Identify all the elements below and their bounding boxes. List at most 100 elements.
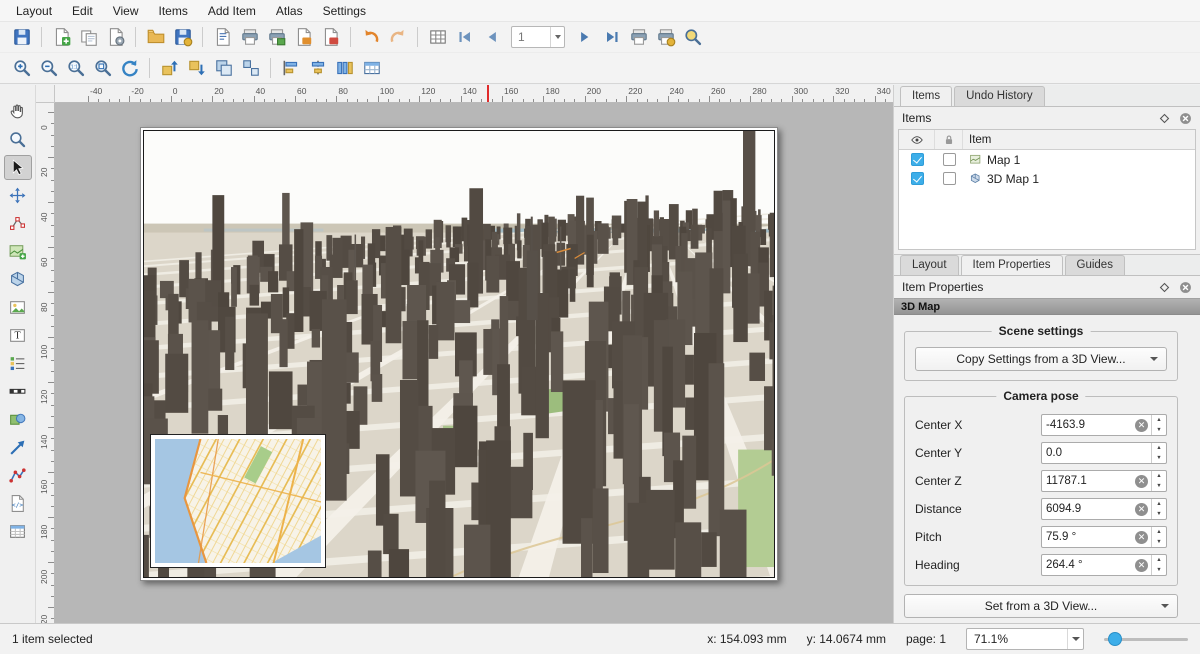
open-folder-button[interactable] bbox=[142, 24, 169, 50]
export-atlas-button[interactable] bbox=[652, 24, 679, 50]
atlas-next-button[interactable] bbox=[571, 24, 598, 50]
export-svg-button[interactable] bbox=[290, 24, 317, 50]
layout-page[interactable] bbox=[140, 127, 778, 581]
spinbox-value[interactable]: -4163.9 bbox=[1042, 419, 1135, 431]
item-row-3d-map-1[interactable]: 3D Map 1 bbox=[899, 169, 1195, 188]
layout-canvas[interactable] bbox=[55, 103, 893, 623]
refresh-button[interactable] bbox=[116, 55, 143, 81]
ungroup-items-button[interactable] bbox=[237, 55, 264, 81]
zoom-full-button[interactable] bbox=[89, 55, 116, 81]
edit-nodes-button[interactable] bbox=[4, 211, 32, 236]
spinbox[interactable]: 6094.9✕▲▼ bbox=[1041, 498, 1167, 520]
menu-settings[interactable]: Settings bbox=[313, 2, 376, 20]
menu-layout[interactable]: Layout bbox=[6, 2, 62, 20]
spinbox[interactable]: 11787.1✕▲▼ bbox=[1041, 470, 1167, 492]
zoom-tool-button[interactable] bbox=[4, 127, 32, 152]
zoom-combo[interactable]: 71.1% bbox=[966, 628, 1084, 650]
spin-buttons[interactable]: ▲▼ bbox=[1151, 527, 1166, 547]
layout-manager-button[interactable] bbox=[102, 24, 129, 50]
export-pdf-button[interactable] bbox=[317, 24, 344, 50]
vertical-ruler[interactable]: 020406080100120140160180200220 bbox=[36, 103, 55, 623]
export-image-button[interactable] bbox=[263, 24, 290, 50]
spin-down-icon[interactable]: ▼ bbox=[1152, 481, 1166, 491]
zoom-slider-handle[interactable] bbox=[1108, 632, 1122, 646]
atlas-last-button[interactable] bbox=[598, 24, 625, 50]
add-picture-button[interactable] bbox=[4, 295, 32, 320]
close-panel-icon[interactable] bbox=[1179, 112, 1192, 125]
clear-value-icon[interactable]: ✕ bbox=[1135, 559, 1148, 572]
3d-map-item[interactable] bbox=[143, 130, 775, 578]
lock-checkbox[interactable] bbox=[943, 172, 956, 185]
spin-down-icon[interactable]: ▼ bbox=[1152, 537, 1166, 547]
add-map-button[interactable] bbox=[4, 239, 32, 264]
spin-down-icon[interactable]: ▼ bbox=[1152, 565, 1166, 575]
spin-up-icon[interactable]: ▲ bbox=[1152, 527, 1166, 537]
horizontal-ruler[interactable]: -40-200204060801001201401601802002202402… bbox=[55, 85, 893, 103]
spinbox[interactable]: 0.0▲▼ bbox=[1041, 442, 1167, 464]
align-center-button[interactable] bbox=[304, 55, 331, 81]
menu-atlas[interactable]: Atlas bbox=[266, 2, 313, 20]
spin-buttons[interactable]: ▲▼ bbox=[1151, 415, 1166, 435]
lock-checkbox[interactable] bbox=[943, 153, 956, 166]
add-scalebar-button[interactable] bbox=[4, 379, 32, 404]
add-label-button[interactable]: T bbox=[4, 323, 32, 348]
align-left-button[interactable] bbox=[277, 55, 304, 81]
add-node-item-button[interactable] bbox=[4, 463, 32, 488]
spin-buttons[interactable]: ▲▼ bbox=[1151, 499, 1166, 519]
spin-buttons[interactable]: ▲▼ bbox=[1151, 471, 1166, 491]
clear-value-icon[interactable]: ✕ bbox=[1135, 475, 1148, 488]
spinbox-value[interactable]: 11787.1 bbox=[1042, 475, 1135, 487]
clear-value-icon[interactable]: ✕ bbox=[1135, 419, 1148, 432]
panel-tab-items[interactable]: Items bbox=[900, 86, 952, 106]
menu-items[interactable]: Items bbox=[149, 2, 198, 20]
atlas-first-button[interactable] bbox=[451, 24, 478, 50]
atlas-settings-grid-button[interactable] bbox=[424, 24, 451, 50]
menu-view[interactable]: View bbox=[103, 2, 149, 20]
panel-tab-layout[interactable]: Layout bbox=[900, 255, 959, 275]
save-button[interactable] bbox=[8, 24, 35, 50]
distribute-hspace-button[interactable] bbox=[331, 55, 358, 81]
print-atlas-button[interactable] bbox=[625, 24, 652, 50]
group-items-button[interactable] bbox=[210, 55, 237, 81]
zoom-in-button[interactable] bbox=[8, 55, 35, 81]
visibility-checkbox[interactable] bbox=[911, 153, 924, 166]
spin-up-icon[interactable]: ▲ bbox=[1152, 471, 1166, 481]
atlas-prev-button[interactable] bbox=[478, 24, 505, 50]
print-button[interactable] bbox=[236, 24, 263, 50]
duplicate-layout-button[interactable] bbox=[75, 24, 102, 50]
clear-value-icon[interactable]: ✕ bbox=[1135, 503, 1148, 516]
add-arrow-button[interactable] bbox=[4, 435, 32, 460]
resize-items-button[interactable] bbox=[358, 55, 385, 81]
spin-down-icon[interactable]: ▼ bbox=[1152, 453, 1166, 463]
float-panel-icon[interactable] bbox=[1158, 281, 1171, 294]
spin-up-icon[interactable]: ▲ bbox=[1152, 443, 1166, 453]
clear-value-icon[interactable]: ✕ bbox=[1135, 531, 1148, 544]
add-3d-map-button[interactable] bbox=[4, 267, 32, 292]
spin-buttons[interactable]: ▲▼ bbox=[1151, 443, 1166, 463]
spin-down-icon[interactable]: ▼ bbox=[1152, 425, 1166, 435]
menu-add-item[interactable]: Add Item bbox=[198, 2, 266, 20]
menu-edit[interactable]: Edit bbox=[62, 2, 103, 20]
add-shape-button[interactable] bbox=[4, 407, 32, 432]
overview-map-item[interactable] bbox=[150, 434, 326, 568]
spinbox-value[interactable]: 0.0 bbox=[1042, 447, 1151, 459]
atlas-page-combo[interactable]: 1 bbox=[511, 26, 565, 48]
panel-tab-guides[interactable]: Guides bbox=[1065, 255, 1125, 275]
lower-items-button[interactable] bbox=[183, 55, 210, 81]
spinbox[interactable]: -4163.9✕▲▼ bbox=[1041, 414, 1167, 436]
new-layout-button[interactable] bbox=[48, 24, 75, 50]
visibility-checkbox[interactable] bbox=[911, 172, 924, 185]
spin-up-icon[interactable]: ▲ bbox=[1152, 555, 1166, 565]
preview-atlas-button[interactable] bbox=[679, 24, 706, 50]
zoom-out-button[interactable] bbox=[35, 55, 62, 81]
redo-button[interactable] bbox=[384, 24, 411, 50]
add-attribute-table-button[interactable] bbox=[4, 519, 32, 544]
set-from-3d-view-button[interactable]: Set from a 3D View... bbox=[904, 594, 1178, 618]
add-html-button[interactable]: </> bbox=[4, 491, 32, 516]
spinbox[interactable]: 264.4 °✕▲▼ bbox=[1041, 554, 1167, 576]
zoom-actual-button[interactable]: 1:1 bbox=[62, 55, 89, 81]
select-move-item-button[interactable] bbox=[4, 155, 32, 180]
copy-settings-button[interactable]: Copy Settings from a 3D View... bbox=[915, 347, 1167, 371]
panel-tab-item-properties[interactable]: Item Properties bbox=[961, 255, 1063, 275]
zoom-slider[interactable] bbox=[1104, 631, 1188, 647]
